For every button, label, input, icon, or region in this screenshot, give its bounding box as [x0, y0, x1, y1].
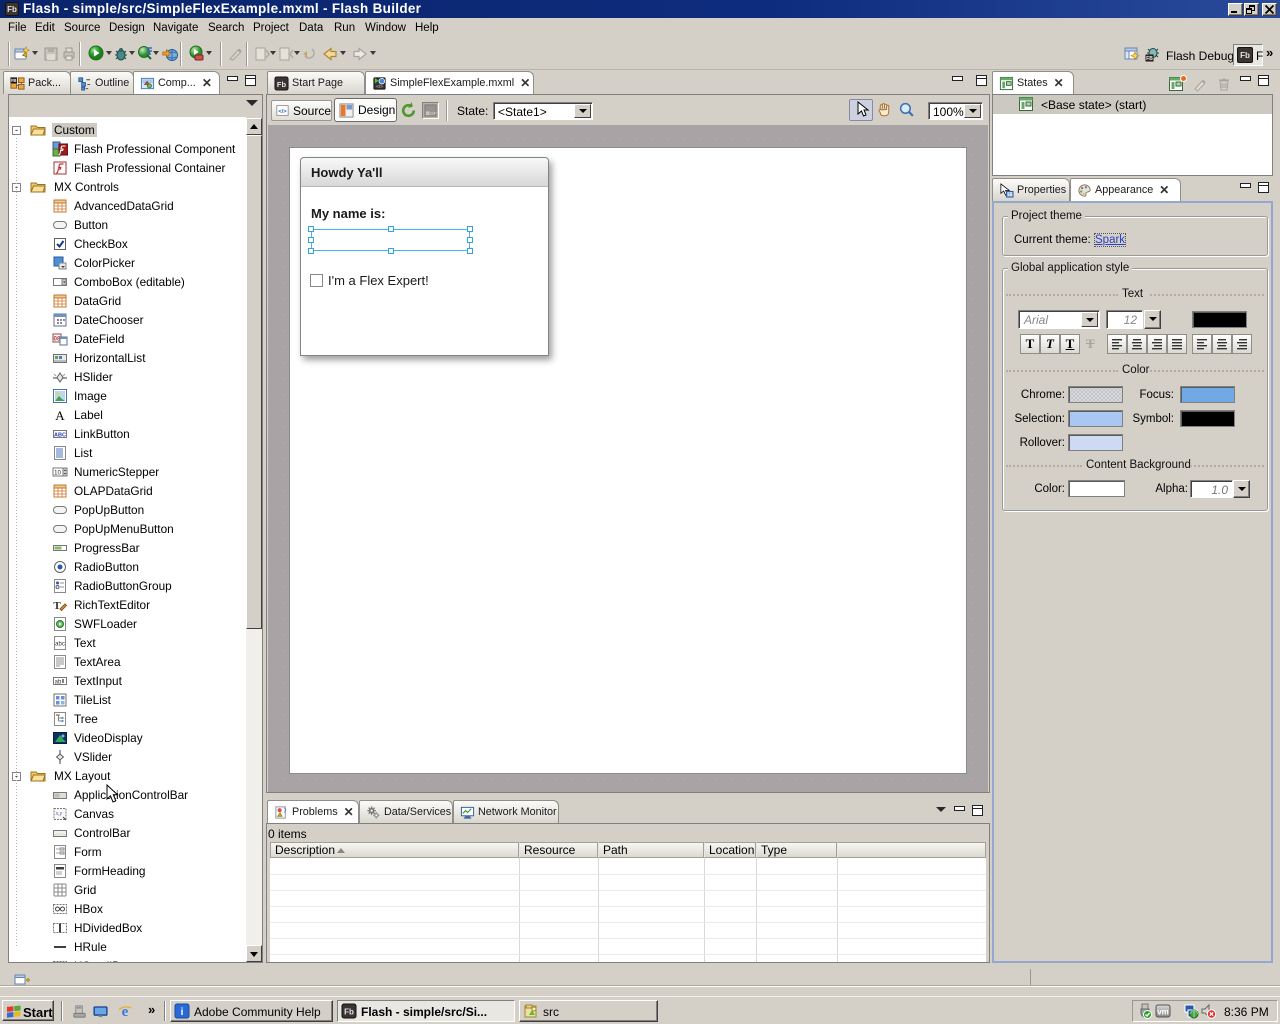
svg-text:GF: GF: [430, 111, 437, 116]
svg-text:Fb: Fb: [277, 79, 287, 88]
svg-text:FB: FB: [1146, 56, 1153, 62]
svg-text:FB: FB: [11, 78, 17, 83]
svg-text:A: A: [55, 408, 65, 423]
svg-text:i: i: [181, 1007, 184, 1018]
svg-text:Fb: Fb: [344, 1008, 354, 1017]
svg-text:</>: </>: [376, 84, 383, 89]
svg-text:vm: vm: [1157, 1008, 1169, 1017]
svg-text:T: T: [53, 600, 61, 612]
svg-text:10: 10: [54, 471, 61, 477]
svg-text:ABC: ABC: [54, 433, 66, 439]
svg-text:abc: abc: [55, 642, 65, 648]
svg-text:</>: </>: [278, 109, 287, 115]
svg-text:x,y: x,y: [55, 811, 63, 817]
svg-text:ab: ab: [55, 680, 62, 686]
